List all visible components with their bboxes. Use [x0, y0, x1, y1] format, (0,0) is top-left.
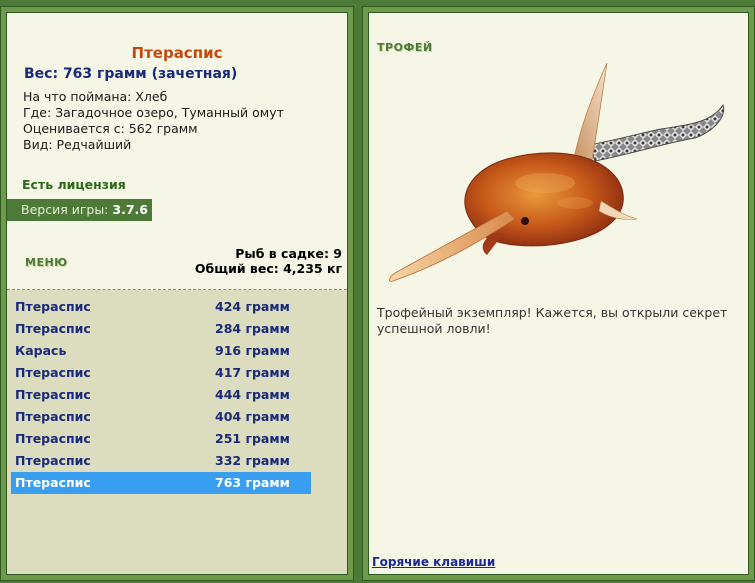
catch-list-item[interactable]: Птераспис 332 грамм: [11, 450, 311, 472]
catch-list: Птераспис 424 грамм Птераспис 284 грамм Кара…: [11, 296, 311, 494]
catch-list-item[interactable]: Птераспис 444 грамм: [11, 384, 311, 406]
license-status: Есть лицензия: [22, 177, 126, 192]
left-panel-frame: Птераспис Вес: 763 грамм (зачетная) На ч…: [0, 6, 354, 581]
catch-fish-name: Птераспис: [15, 365, 91, 380]
hotkeys-link[interactable]: Горячие клавиши: [372, 555, 495, 569]
catch-fish-weight: 332 грамм: [215, 453, 290, 468]
fish-details: На что поймана: Хлеб Где: Загадочное озе…: [23, 89, 284, 153]
catch-fish-weight: 417 грамм: [215, 365, 290, 380]
keep-stats: Рыб в садке: 9 Общий вес: 4,235 кг: [195, 246, 342, 276]
version-value: 3.7.6: [112, 202, 148, 217]
keep-total-weight: Общий вес: 4,235 кг: [194, 261, 342, 276]
catch-fish-weight: 404 грамм: [215, 409, 290, 424]
fish-rarity: Вид: Редчайший: [23, 137, 132, 152]
version-label: Версия игры:: [21, 202, 109, 217]
trophy-message: Трофейный экземпляр! Кажется, вы открыли…: [377, 305, 728, 336]
trophy-label: ТРОФЕЙ: [377, 41, 433, 54]
catch-list-item[interactable]: Птераспис 251 грамм: [11, 428, 311, 450]
catch-fish-weight: 284 грамм: [215, 321, 290, 336]
pteraspis-fish-image: [389, 62, 725, 282]
catch-fish-name: Птераспис: [15, 431, 91, 446]
trophy-panel: ТРОФЕЙ Трофейный экземпляр! Кажется, вы …: [368, 12, 749, 575]
catch-fish-name: Птераспис: [15, 475, 91, 490]
catch-fish-weight: 424 грамм: [215, 299, 290, 314]
catch-list-item[interactable]: Птераспис 284 грамм: [11, 318, 311, 340]
keep-count: Рыб в садке: 9: [235, 246, 342, 261]
catch-fish-name: Птераспис: [15, 409, 91, 424]
fish-name: Птераспис: [131, 44, 223, 62]
catch-list-item[interactable]: Птераспис 417 грамм: [11, 362, 311, 384]
catch-fish-name: Птераспис: [15, 387, 91, 402]
right-panel-frame: ТРОФЕЙ Трофейный экземпляр! Кажется, вы …: [362, 6, 755, 581]
catch-fish-weight: 444 грамм: [215, 387, 290, 402]
menu-button[interactable]: МЕНЮ: [25, 256, 68, 269]
catch-fish-name: Птераспис: [15, 321, 91, 336]
separator: [7, 289, 347, 290]
catch-fish-name: Птераспис: [15, 453, 91, 468]
fish-location: Где: Загадочное озеро, Туманный омут: [23, 105, 284, 120]
catch-list-item[interactable]: Птераспис 404 грамм: [11, 406, 311, 428]
version-bar: Версия игры: 3.7.6: [7, 199, 152, 221]
catch-list-item[interactable]: Карась 916 грамм: [11, 340, 311, 362]
catch-fish-name: Карась: [15, 343, 67, 358]
catch-fish-weight: 763 грамм: [215, 475, 290, 490]
fish-weight: Вес: 763 грамм (зачетная): [24, 66, 238, 82]
fish-info-panel: Птераспис Вес: 763 грамм (зачетная) На ч…: [6, 12, 348, 575]
fish-bait: На что поймана: Хлеб: [23, 89, 168, 104]
fish-valued: Оценивается с: 562 грамм: [23, 121, 198, 136]
catch-fish-weight: 916 грамм: [215, 343, 290, 358]
catch-fish-name: Птераспис: [15, 299, 91, 314]
catch-list-item[interactable]: Птераспис 763 грамм: [11, 472, 311, 494]
catch-fish-weight: 251 грамм: [215, 431, 290, 446]
catch-list-item[interactable]: Птераспис 424 грамм: [11, 296, 311, 318]
